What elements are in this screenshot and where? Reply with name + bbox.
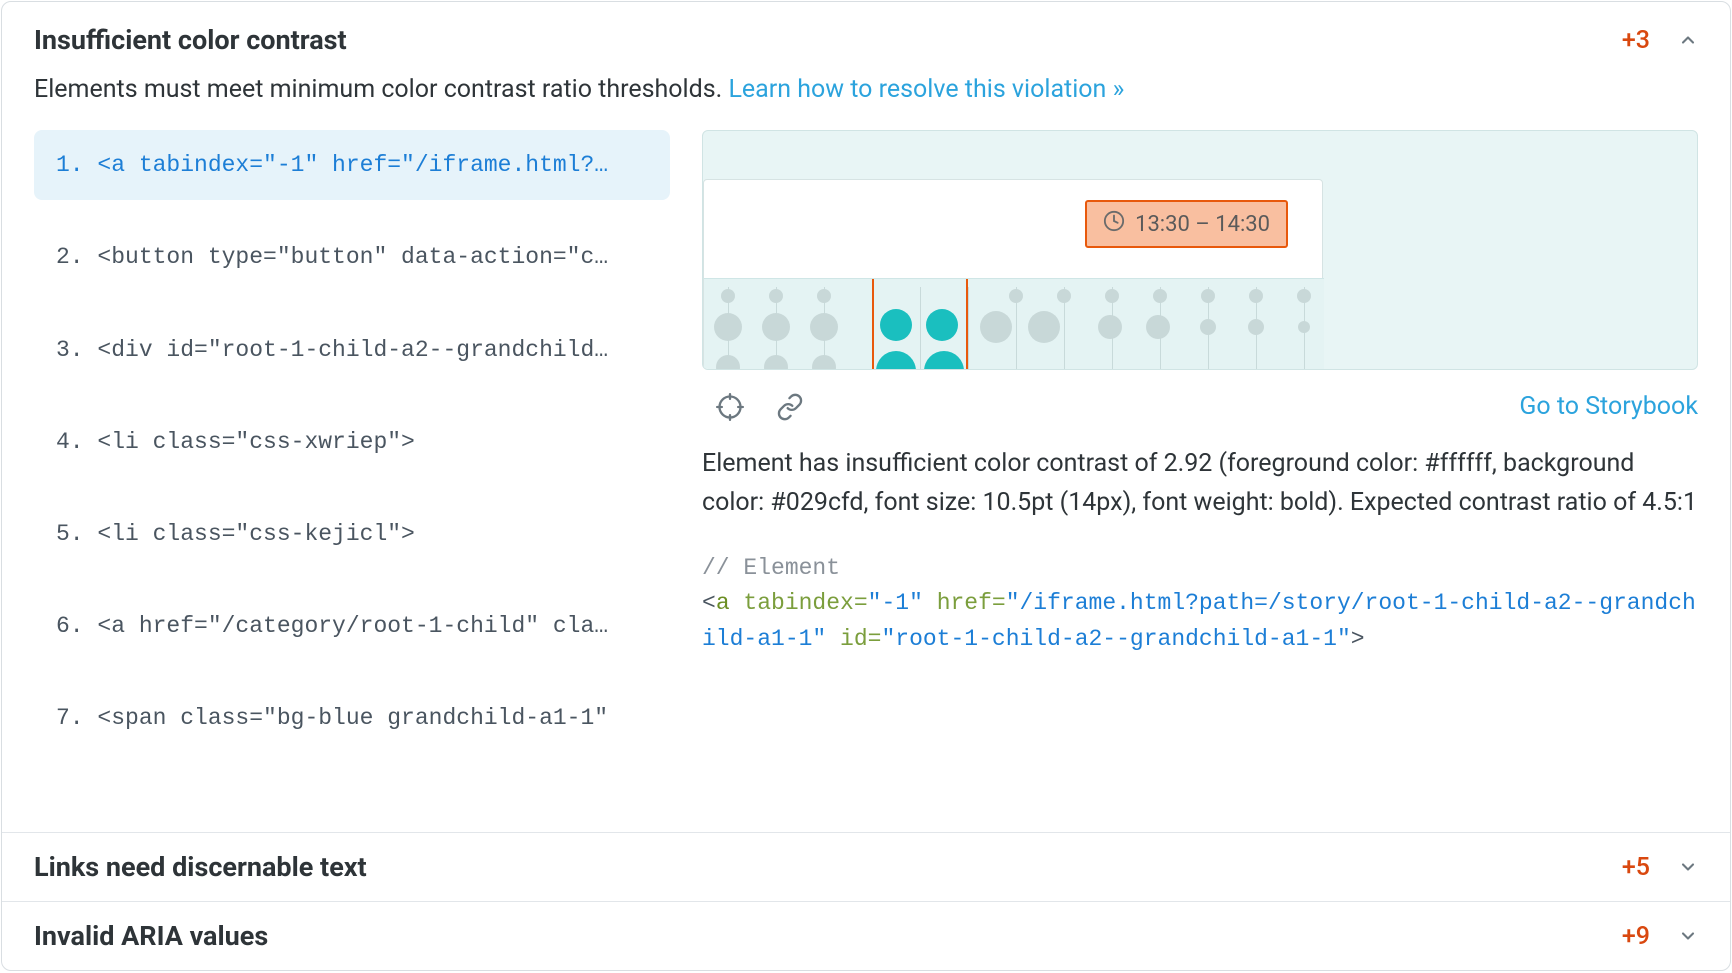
- section-title: Links need discernable text: [34, 851, 367, 883]
- chevron-up-icon[interactable]: [1678, 30, 1698, 50]
- element-item[interactable]: 7. <span class="bg-blue grandchild-a1-1": [34, 683, 670, 753]
- preview-actions: Go to Storybook: [702, 386, 1698, 445]
- element-item[interactable]: 1. <a tabindex="-1" href="/iframe.html?…: [34, 130, 670, 200]
- time-range-chip: 13:30 – 14:30: [1085, 200, 1288, 248]
- section-header-right: +3: [1622, 26, 1698, 55]
- element-item[interactable]: 2. <button type="button" data-action="c…: [34, 222, 670, 292]
- diagnostic-text: Element has insufficient color contrast …: [702, 445, 1698, 523]
- target-icon[interactable]: [716, 393, 744, 421]
- element-preview: 13:30 – 14:30: [702, 130, 1698, 370]
- section-desc-text: Elements must meet minimum color contras…: [34, 75, 722, 104]
- violation-count: +5: [1622, 853, 1650, 882]
- action-icons: [702, 393, 804, 421]
- learn-more-link[interactable]: Learn how to resolve this violation »: [728, 75, 1124, 104]
- section-header-right: +9: [1622, 922, 1698, 951]
- violation-count: +3: [1622, 26, 1650, 55]
- section-title: Invalid ARIA values: [34, 920, 268, 952]
- violation-count: +9: [1622, 922, 1650, 951]
- element-item[interactable]: 5. <li class="css-kejicl">: [34, 499, 670, 569]
- element-item[interactable]: 4. <li class="css-xwriep">: [34, 407, 670, 477]
- section-header-right: +5: [1622, 853, 1698, 882]
- section-description: Elements must meet minimum color contras…: [2, 66, 1730, 130]
- preview-inner: 13:30 – 14:30: [703, 179, 1323, 370]
- accessibility-panel: Insufficient color contrast +3 Elements …: [1, 1, 1731, 971]
- clock-icon: [1103, 210, 1125, 238]
- time-range-label: 13:30 – 14:30: [1135, 212, 1270, 237]
- element-item[interactable]: 3. <div id="root-1-child-a2--grandchild…: [34, 315, 670, 385]
- section-title: Insufficient color contrast: [34, 24, 347, 56]
- section-header-contrast[interactable]: Insufficient color contrast +3: [2, 2, 1730, 66]
- go-to-storybook-link[interactable]: Go to Storybook: [1519, 392, 1698, 421]
- section-body: 1. <a tabindex="-1" href="/iframe.html?……: [2, 130, 1730, 832]
- chevron-down-icon[interactable]: [1678, 926, 1698, 946]
- element-source-code: // Element <a tabindex="-1" href="/ifram…: [702, 551, 1698, 658]
- link-icon[interactable]: [776, 393, 804, 421]
- element-detail: 13:30 – 14:30: [702, 130, 1698, 832]
- section-header-links[interactable]: Links need discernable text +5: [2, 832, 1730, 901]
- element-item[interactable]: 6. <a href="/category/root-1-child" cla…: [34, 591, 670, 661]
- chevron-down-icon[interactable]: [1678, 857, 1698, 877]
- element-list: 1. <a tabindex="-1" href="/iframe.html?……: [34, 130, 670, 832]
- section-header-aria[interactable]: Invalid ARIA values +9: [2, 901, 1730, 970]
- timeline-graphic: [704, 278, 1324, 370]
- code-comment: // Element: [702, 555, 840, 581]
